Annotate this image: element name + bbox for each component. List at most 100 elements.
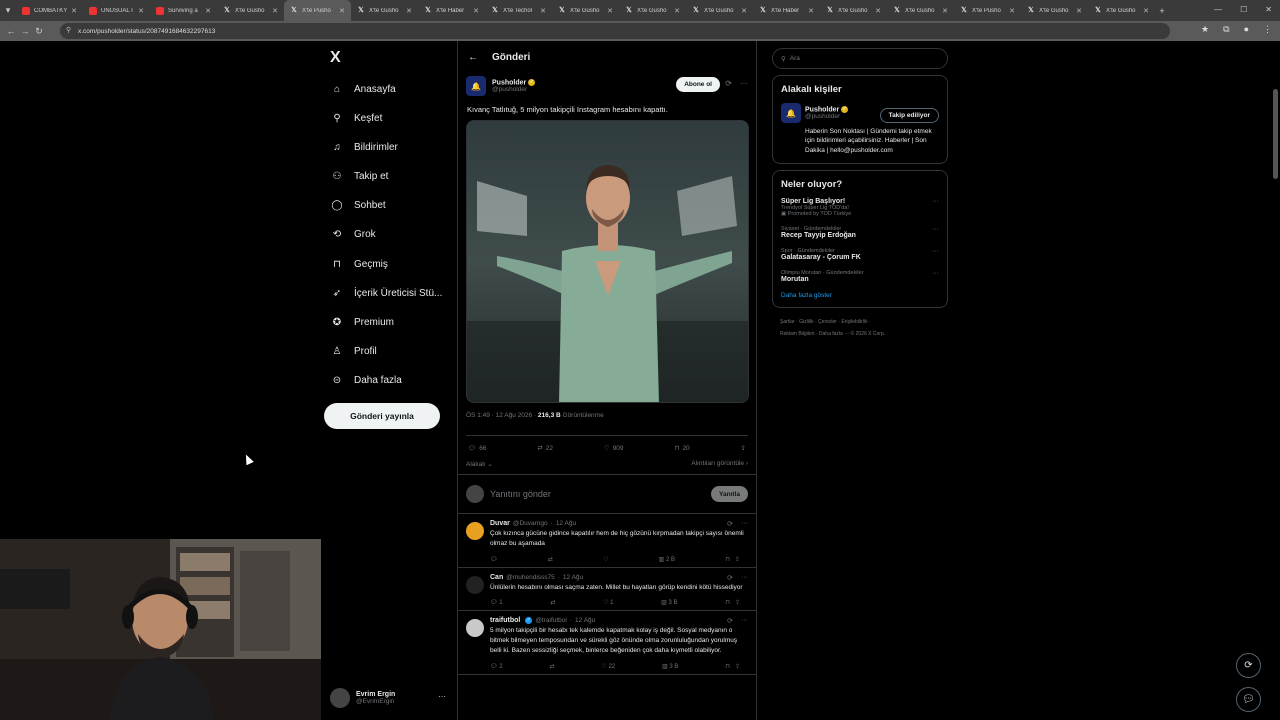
address-bar[interactable]: ⚲ x.com/pusholder/status/208749168463229…	[60, 23, 1170, 39]
views-action[interactable]: ▥ 3 B	[662, 663, 678, 670]
menu-icon[interactable]: ⋮	[1263, 24, 1272, 35]
comment-avatar[interactable]	[466, 619, 484, 638]
more-icon[interactable]: ···	[741, 520, 748, 528]
share-icon[interactable]: ⇪	[741, 444, 746, 452]
repost-action[interactable]: ⇄	[548, 556, 553, 563]
like-action[interactable]: ♡ 1	[603, 599, 613, 606]
tab-close-icon[interactable]: ✕	[808, 7, 814, 15]
search-field[interactable]: ⚲ Ara	[772, 48, 948, 69]
reload-icon[interactable]: ↻	[32, 26, 46, 37]
trend-more-icon[interactable]: ···	[932, 198, 939, 205]
more-icon[interactable]: ···	[438, 692, 446, 701]
scrollbar[interactable]	[1273, 89, 1278, 179]
grok-icon[interactable]: ⟳	[727, 574, 733, 582]
nav-item[interactable]: ⊓ Geçmiş	[330, 254, 388, 274]
grok-icon[interactable]: ⟳	[725, 79, 732, 88]
browser-tab[interactable]: 𝕏 X'te Gusho ✕	[686, 0, 753, 21]
following-button[interactable]: Takip ediliyor	[879, 108, 939, 123]
trend-item[interactable]: Siyaset · Gündemdekiler Recep Tayyip Erdo…	[781, 226, 939, 239]
comment[interactable]: ⟳ ··· Duvar @Duvarngo · 12 Ağu Çok kızınca güc…	[458, 514, 756, 568]
site-info-icon[interactable]: ⚲	[66, 26, 71, 34]
sort-relevant-dropdown[interactable]: Alakalı ⌄	[466, 460, 493, 468]
messages-fab-icon[interactable]: 💬︎	[1236, 687, 1261, 712]
new-tab-icon[interactable]: +	[1155, 6, 1169, 16]
browser-tab[interactable]: 𝕏 X'te Techol ✕	[485, 0, 552, 21]
tab-close-icon[interactable]: ✕	[339, 7, 345, 15]
tab-close-icon[interactable]: ✕	[540, 7, 546, 15]
trend-item[interactable]: Olimpiu Morutan · Gündemdekiler Morutan ··…	[781, 270, 939, 283]
relevant-name[interactable]: Pusholder	[805, 106, 839, 113]
browser-tab[interactable]: 𝕏 X'te Gusho ✕	[552, 0, 619, 21]
back-arrow-icon[interactable]: ←	[468, 52, 478, 63]
reply-action[interactable]: 💬︎ 2	[490, 663, 503, 670]
minimize-icon[interactable]: —	[1214, 5, 1222, 14]
footer-line-1[interactable]: Şartlar · Gizlilik · Çerezler · Erişileb…	[780, 316, 948, 328]
nav-item[interactable]: ⊝ Daha fazla	[330, 370, 402, 390]
subscribe-button[interactable]: Abone ol	[676, 77, 720, 92]
nav-item[interactable]: ⌂ Anasayfa	[330, 79, 396, 99]
trend-item[interactable]: Spor · Gündemdekiler Galatasaray - Çorum …	[781, 248, 939, 261]
browser-tab[interactable]: 𝕏 X'te Gusho ✕	[1088, 0, 1155, 21]
nav-item[interactable]: ⚲ Keşfet	[330, 108, 382, 128]
reply-action[interactable]: 💬︎ 1	[490, 599, 503, 606]
like-action[interactable]: ♡ 22	[601, 663, 615, 670]
browser-tab[interactable]: 𝕏 X'te Gusho ✕	[351, 0, 418, 21]
browser-tab[interactable]: 𝕏 X'te Pusho ✕	[954, 0, 1021, 21]
browser-tab[interactable]: UNUSUAL I ✕	[83, 0, 150, 21]
more-icon[interactable]: ···	[741, 617, 748, 625]
comment-author[interactable]: traifutbol	[490, 617, 520, 624]
trend-item[interactable]: Süper Lig Başlıyor! Trendyol Süper Lig TO…	[781, 198, 939, 217]
browser-tab[interactable]: 𝕏 X'te Gusho ✕	[619, 0, 686, 21]
tab-close-icon[interactable]: ✕	[205, 7, 211, 15]
show-more-link[interactable]: Daha fazla göster	[781, 292, 939, 299]
nav-item[interactable]: ✪ Premium	[330, 312, 394, 332]
post-button[interactable]: Gönderi yayınla	[324, 403, 440, 429]
tab-close-icon[interactable]: ✕	[406, 7, 412, 15]
share-icon[interactable]: ⇪	[735, 557, 740, 563]
maximize-icon[interactable]: ☐	[1240, 5, 1247, 14]
comment[interactable]: ⟳ ··· Can @muhendisss75 · 12 Ağu Ünlülerin hes…	[458, 568, 756, 612]
repost-action[interactable]: ⇄	[550, 599, 555, 606]
reply-action[interactable]: 💬︎ 66	[468, 444, 487, 453]
comment-avatar[interactable]	[466, 522, 484, 540]
tab-close-icon[interactable]: ✕	[473, 7, 479, 15]
repost-action[interactable]: ⇄ 22	[537, 444, 553, 453]
tab-close-icon[interactable]: ✕	[272, 7, 278, 15]
bookmark-icon[interactable]: ⊓	[725, 600, 730, 606]
share-icon[interactable]: ⇪	[735, 664, 740, 670]
tab-close-icon[interactable]: ✕	[1009, 7, 1015, 15]
browser-tab[interactable]: 𝕏 X'te Haber ✕	[753, 0, 820, 21]
browser-tab[interactable]: 𝕏 X'te Gusho ✕	[887, 0, 954, 21]
like-action[interactable]: ♡ 909	[604, 444, 624, 453]
nav-item[interactable]: ⟲ Grok	[330, 224, 376, 244]
comment-author[interactable]: Duvar	[490, 520, 510, 527]
account-switcher[interactable]: Evrim Ergin @EvrimErgin ···	[330, 684, 454, 712]
nav-item[interactable]: ➶ İçerik Üreticisi Stü...	[330, 283, 443, 303]
share-icon[interactable]: ⇪	[735, 600, 740, 606]
extensions-icon[interactable]: ⧉	[1223, 24, 1229, 35]
tweet-photo[interactable]	[466, 120, 749, 403]
more-icon[interactable]: ···	[740, 79, 748, 88]
reply-button[interactable]: Yanıtla	[711, 486, 748, 502]
nav-item[interactable]: ♫ Bildirimler	[330, 137, 398, 157]
tab-close-icon[interactable]: ✕	[942, 7, 948, 15]
comment-author[interactable]: Can	[490, 574, 503, 581]
trend-more-icon[interactable]: ···	[932, 226, 939, 233]
views-action[interactable]: ▥ 2 B	[659, 556, 675, 563]
comment-avatar[interactable]	[466, 575, 484, 594]
browser-tab[interactable]: 𝕏 X'te Gusho ✕	[1021, 0, 1088, 21]
browser-tab[interactable]: 𝕏 X'te Pusho ✕	[284, 0, 351, 21]
reply-action[interactable]: 💬︎	[490, 556, 498, 563]
grok-icon[interactable]: ⟳	[727, 617, 733, 625]
view-quotes-link[interactable]: Alıntıları görüntüle ›	[691, 460, 748, 468]
x-logo-icon[interactable]: X	[330, 49, 341, 67]
tab-close-icon[interactable]: ✕	[674, 7, 680, 15]
tab-close-icon[interactable]: ✕	[71, 7, 77, 15]
tab-close-icon[interactable]: ✕	[1076, 7, 1082, 15]
bookmark-action[interactable]: ⊓ 20	[674, 444, 689, 453]
browser-tab[interactable]: Surviving a ✕	[150, 0, 217, 21]
close-window-icon[interactable]: ✕	[1265, 5, 1272, 14]
comment-date[interactable]: 12 Ağu	[556, 520, 576, 527]
trend-more-icon[interactable]: ···	[932, 248, 939, 255]
browser-tab[interactable]: 𝕏 X'te Gusho ✕	[217, 0, 284, 21]
